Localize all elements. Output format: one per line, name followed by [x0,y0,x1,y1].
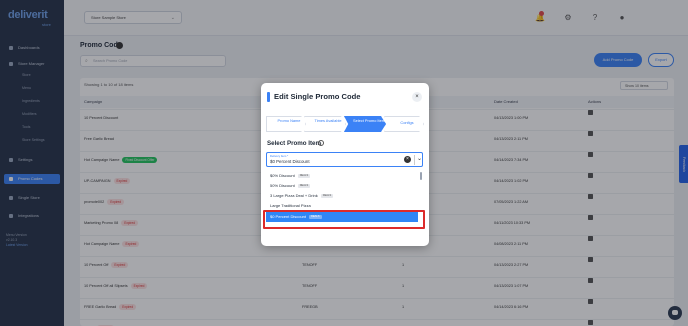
modal-title: Edit Single Promo Code [274,92,361,101]
stepper: Promo Name Times Available Select Promo … [266,116,424,132]
highlight-box [263,210,425,229]
section-label: Select Promo Item [267,140,321,147]
field-label: Delivery Item * [270,154,289,158]
clear-icon[interactable]: × [404,156,411,163]
option-item[interactable]: $0% Discount DEALS [266,171,418,181]
option-item[interactable]: 50% Discount DEALS [266,181,418,191]
promo-item-select[interactable]: Delivery Item * $0 Percent Discount × ⌄ [266,152,423,167]
separator [414,155,415,165]
option-item[interactable]: Large Traditional Pizza [266,202,418,209]
info-icon[interactable]: i [318,140,324,146]
title-accent [267,92,270,102]
option-item[interactable]: 3 Large Pizza Deal + Drink DEALS [266,191,418,201]
scrollbar[interactable] [420,172,422,180]
chevron-down-icon[interactable]: ⌄ [417,153,422,166]
field-value: $0 Percent Discount [270,159,310,164]
close-icon[interactable]: × [412,92,422,102]
